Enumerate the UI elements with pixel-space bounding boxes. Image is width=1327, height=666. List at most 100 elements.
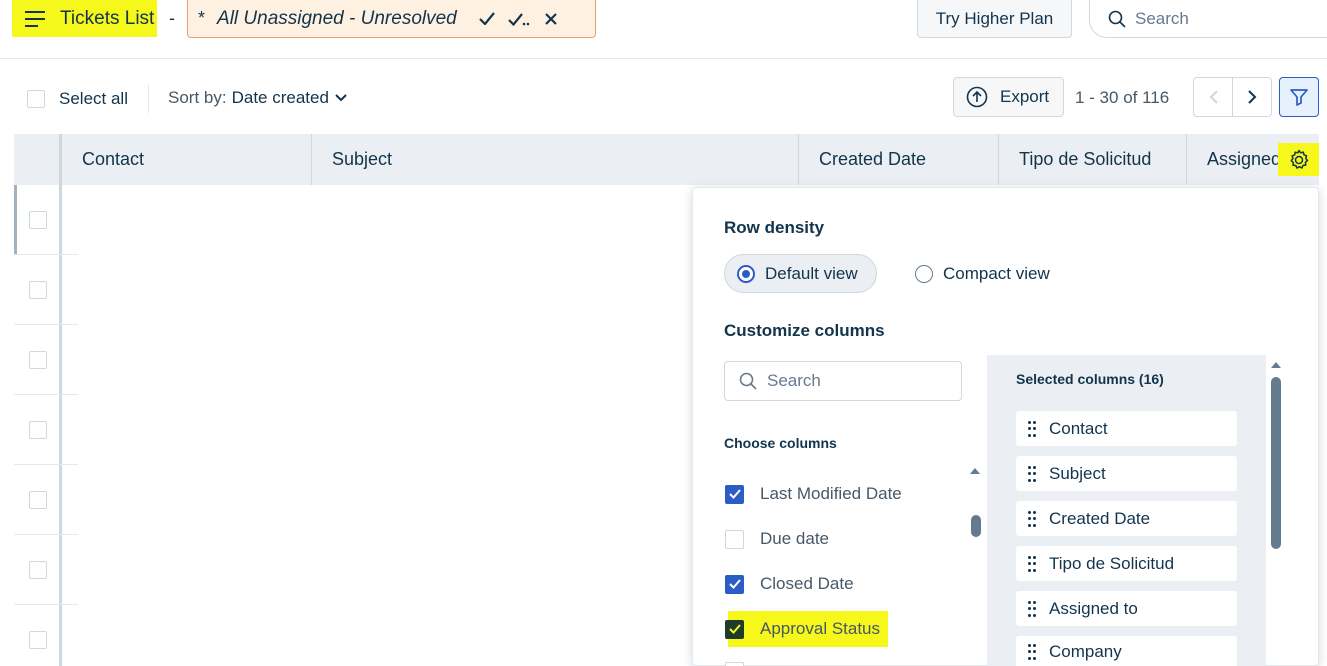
drag-handle-icon[interactable] xyxy=(1028,555,1036,572)
choose-list-scrollbar[interactable] xyxy=(971,515,981,537)
row-checkbox[interactable] xyxy=(29,351,47,369)
selected-columns-title: Selected columns (16) xyxy=(1016,371,1164,387)
column-header-tipo-de-solicitud[interactable]: Tipo de Solicitud xyxy=(998,134,1187,185)
column-header-created-date[interactable]: Created Date xyxy=(798,134,999,185)
tickets-list-title-highlight[interactable]: Tickets List xyxy=(12,0,157,37)
selected-list-scrollbar[interactable] xyxy=(1271,377,1281,549)
row-density-title: Row density xyxy=(724,218,825,237)
select-all-checkbox[interactable] xyxy=(27,90,45,108)
customize-columns-title: Customize columns xyxy=(724,321,885,340)
table-row[interactable] xyxy=(14,395,78,465)
global-search-input[interactable]: Search xyxy=(1089,0,1327,38)
select-all-label: Select all xyxy=(59,89,128,108)
row-checkbox[interactable] xyxy=(29,561,47,579)
title-separator: - xyxy=(169,8,175,28)
selected-column-item[interactable]: Created Date xyxy=(1016,501,1237,536)
table-row[interactable] xyxy=(14,535,78,605)
next-page-button[interactable] xyxy=(1233,78,1271,116)
default-view-radio[interactable] xyxy=(737,264,755,283)
upload-circle-icon xyxy=(966,86,988,108)
column-checkbox-unchecked[interactable] xyxy=(725,662,744,666)
sort-by-dropdown[interactable]: Sort by: Date created xyxy=(168,88,347,108)
export-button[interactable]: Export xyxy=(953,77,1064,117)
column-checkbox-checked[interactable] xyxy=(725,484,744,504)
pagination-controls xyxy=(1193,77,1272,117)
select-all[interactable]: Select all xyxy=(27,89,128,109)
selected-list-scroll-up[interactable] xyxy=(1271,362,1281,368)
chevron-right-icon xyxy=(1247,90,1256,104)
save-view-check-icon[interactable] xyxy=(471,4,503,34)
column-settings-button[interactable] xyxy=(1278,143,1319,176)
compact-view-label: Compact view xyxy=(943,264,1050,283)
choose-columns-title: Choose columns xyxy=(724,435,837,451)
default-view-option[interactable]: Default view xyxy=(724,254,877,293)
selected-column-label: Assigned to xyxy=(1049,598,1138,618)
choose-column-approval-status[interactable]: Approval Status xyxy=(725,619,880,639)
choose-column-last-modified-date[interactable]: Last Modified Date xyxy=(725,484,902,504)
filter-icon xyxy=(1290,89,1308,106)
save-as-new-check-icon[interactable] xyxy=(503,4,535,34)
column-option-label: Due date xyxy=(760,529,829,548)
column-search-input[interactable]: Search xyxy=(724,361,962,401)
selected-column-label: Contact xyxy=(1049,418,1108,438)
sort-value: Date created xyxy=(231,88,329,107)
current-view-chip[interactable]: * All Unassigned - Unresolved xyxy=(187,0,596,38)
view-name: All Unassigned - Unresolved xyxy=(217,7,457,29)
search-icon xyxy=(739,372,757,390)
column-header-subject[interactable]: Subject xyxy=(311,134,799,185)
drag-handle-icon[interactable] xyxy=(1028,643,1036,660)
selected-column-label: Created Date xyxy=(1049,508,1151,528)
gear-icon xyxy=(1289,149,1308,169)
table-row[interactable] xyxy=(14,605,78,666)
table-row[interactable] xyxy=(14,255,78,325)
page-header: Tickets List - * All Unassigned - Unreso… xyxy=(0,0,1327,59)
table-header: Contact Subject Created Date Tipo de Sol… xyxy=(14,134,1319,185)
pagination-count: 1 - 30 of 116 xyxy=(1075,88,1170,107)
global-search-placeholder: Search xyxy=(1135,8,1189,28)
try-higher-plan-button[interactable]: Try Higher Plan xyxy=(917,0,1072,38)
choose-column-next-partial[interactable] xyxy=(725,662,760,666)
drag-handle-icon[interactable] xyxy=(1028,420,1036,437)
search-icon xyxy=(1108,10,1126,28)
filter-button[interactable] xyxy=(1279,77,1319,117)
drag-handle-icon[interactable] xyxy=(1028,510,1036,527)
column-checkbox-unchecked[interactable] xyxy=(725,529,744,549)
chevron-down-icon xyxy=(335,94,347,102)
table-row[interactable] xyxy=(14,465,78,535)
row-checkbox[interactable] xyxy=(29,421,47,439)
compact-view-option[interactable]: Compact view xyxy=(915,264,1050,284)
default-view-label: Default view xyxy=(765,263,858,283)
row-checkbox[interactable] xyxy=(29,631,47,649)
column-header-contact[interactable]: Contact xyxy=(62,134,312,185)
choose-column-closed-date[interactable]: Closed Date xyxy=(725,574,854,594)
table-row[interactable] xyxy=(14,325,78,395)
row-checkbox[interactable] xyxy=(29,211,47,229)
selected-column-item[interactable]: Assigned to xyxy=(1016,591,1237,626)
selected-column-item[interactable]: Tipo de Solicitud xyxy=(1016,546,1237,581)
hamburger-menu-icon[interactable] xyxy=(25,10,47,27)
drag-handle-icon[interactable] xyxy=(1028,600,1036,617)
chevron-left-icon xyxy=(1209,90,1218,104)
sort-label: Sort by: xyxy=(168,88,227,107)
compact-view-radio[interactable] xyxy=(915,265,933,283)
column-option-label: Last Modified Date xyxy=(760,484,902,503)
drag-handle-icon[interactable] xyxy=(1028,465,1036,482)
column-checkbox-checked[interactable] xyxy=(725,574,744,594)
table-row[interactable] xyxy=(14,185,78,255)
selected-column-item[interactable]: Company xyxy=(1016,636,1237,666)
selected-column-item[interactable]: Contact xyxy=(1016,411,1237,446)
unsaved-indicator: * xyxy=(198,8,206,28)
discard-view-close-icon[interactable] xyxy=(535,4,567,34)
choose-column-due-date[interactable]: Due date xyxy=(725,529,829,549)
selected-column-label: Tipo de Solicitud xyxy=(1049,553,1175,573)
column-option-label: Closed Date xyxy=(760,574,854,593)
row-checkbox[interactable] xyxy=(29,281,47,299)
toolbar-divider xyxy=(148,85,149,113)
selected-column-item[interactable]: Subject xyxy=(1016,456,1237,491)
export-label: Export xyxy=(1000,87,1050,106)
column-checkbox-checked[interactable] xyxy=(725,619,744,639)
selected-columns-box: Selected columns (16) Contact Subject Cr… xyxy=(987,355,1266,666)
previous-page-button[interactable] xyxy=(1194,78,1233,116)
row-checkbox[interactable] xyxy=(29,491,47,509)
choose-list-scroll-up[interactable] xyxy=(970,468,980,474)
